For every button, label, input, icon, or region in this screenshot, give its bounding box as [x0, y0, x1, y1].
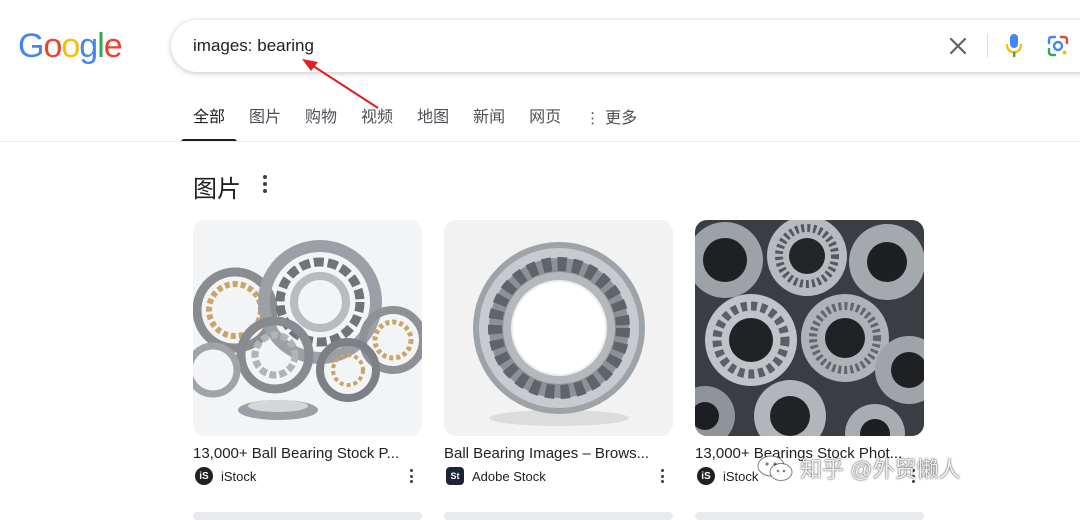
logo-letter: G — [18, 27, 44, 65]
clear-icon[interactable] — [946, 34, 970, 58]
image-result-card[interactable]: 13,000+ Ball Bearing Stock P... iS iStoc… — [193, 220, 422, 485]
result-more-icon[interactable] — [659, 469, 665, 483]
wechat-icon — [757, 455, 793, 481]
tab-news[interactable]: 新闻 — [461, 96, 517, 142]
more-vert-icon: ⋮ — [585, 110, 601, 127]
search-tabs: 全部 图片 购物 视频 地图 新闻 网页 ⋮ 更多 — [181, 96, 649, 142]
search-box[interactable]: images: bearing — [171, 20, 1080, 72]
images-section-title: 图片 — [193, 176, 241, 203]
google-lens-icon[interactable] — [1046, 34, 1070, 58]
tab-shopping[interactable]: 购物 — [293, 96, 349, 142]
result-more-icon[interactable] — [408, 469, 414, 483]
section-more-icon[interactable] — [257, 172, 273, 196]
next-row-thumbnail — [444, 512, 673, 520]
result-title[interactable]: Ball Bearing Images – Brows... — [444, 445, 666, 462]
istock-favicon-icon: iS — [697, 467, 715, 485]
tabs-divider — [0, 141, 1080, 142]
tab-web[interactable]: 网页 — [517, 96, 573, 142]
next-row-thumbnail — [193, 512, 422, 520]
result-thumbnail[interactable] — [193, 220, 422, 436]
tab-maps[interactable]: 地图 — [405, 96, 461, 142]
logo-letter: e — [103, 27, 123, 65]
result-source: St Adobe Stock — [444, 467, 673, 485]
result-title[interactable]: 13,000+ Ball Bearing Stock P... — [193, 445, 415, 462]
istock-favicon-icon: iS — [195, 467, 213, 485]
tab-more[interactable]: ⋮ 更多 — [573, 96, 649, 142]
result-source-name[interactable]: iStock — [221, 469, 256, 484]
result-source: iS iStock — [193, 467, 422, 485]
result-source-name[interactable]: Adobe Stock — [472, 469, 546, 484]
watermark-text: 知乎 @外贸懒人 — [800, 457, 961, 482]
next-row-thumbnail — [695, 512, 924, 520]
search-divider — [987, 34, 988, 58]
result-source-name[interactable]: iStock — [723, 469, 758, 484]
watermark: 知乎 @外贸懒人 — [756, 452, 960, 484]
tab-more-label: 更多 — [605, 110, 638, 127]
tab-all[interactable]: 全部 — [181, 96, 238, 142]
result-thumbnail[interactable] — [695, 220, 924, 436]
logo-letter: o — [43, 27, 62, 65]
adobe-stock-favicon-icon: St — [446, 467, 464, 485]
search-input[interactable]: images: bearing — [193, 20, 314, 72]
tab-images[interactable]: 图片 — [237, 96, 293, 142]
logo-letter: o — [61, 27, 80, 65]
google-logo[interactable]: Google — [18, 26, 123, 66]
tab-videos[interactable]: 视频 — [349, 96, 405, 142]
logo-letter: g — [79, 27, 98, 65]
image-result-card[interactable]: 13,000+ Bearings Stock Phot... iS iStock — [695, 220, 924, 485]
image-result-card[interactable]: Ball Bearing Images – Brows... St Adobe … — [444, 220, 673, 485]
microphone-icon[interactable] — [1003, 32, 1025, 60]
result-thumbnail[interactable] — [444, 220, 673, 436]
